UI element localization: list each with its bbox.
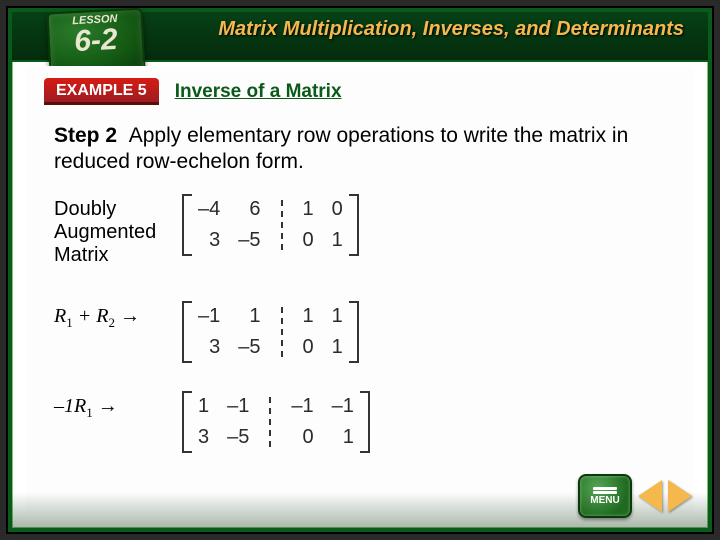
slide: LESSON 6-2 Matrix Multiplication, Invers… [8, 8, 712, 532]
matrix-row: Doubly Augmented Matrix –43 6–5 10 01 [54, 194, 694, 267]
top-bar: LESSON 6-2 Matrix Multiplication, Invers… [12, 12, 708, 62]
menu-button[interactable]: MENU [578, 474, 632, 518]
example-header: EXAMPLE 5 Inverse of a Matrix [44, 78, 694, 105]
row-label-doubly: Doubly Augmented Matrix [54, 194, 182, 267]
matrix-1: –43 6–5 10 01 [182, 194, 359, 256]
prev-button[interactable] [638, 480, 662, 512]
example-subtitle: Inverse of a Matrix [175, 81, 342, 103]
step-body: Apply elementary row operations to write… [54, 124, 628, 173]
next-button[interactable] [668, 480, 692, 512]
matrix-2: –13 1–5 10 11 [182, 301, 359, 363]
row-label-op1: R1 + R2 → [54, 301, 182, 331]
step-text: Step 2 Apply elementary row operations t… [54, 123, 666, 176]
nav-controls: MENU [578, 474, 692, 518]
step-label: Step 2 [54, 124, 117, 147]
chapter-title: Matrix Multiplication, Inverses, and Det… [218, 18, 684, 41]
row-label-op2: –1R1 → [54, 391, 182, 421]
matrix-row: R1 + R2 → –13 1–5 10 11 [54, 301, 694, 363]
content-area: EXAMPLE 5 Inverse of a Matrix Step 2 App… [26, 66, 694, 514]
matrix-3: 13 –1–5 –10 –11 [182, 391, 370, 453]
menu-label: MENU [590, 495, 619, 506]
matrix-row: –1R1 → 13 –1–5 –10 –11 [54, 391, 694, 453]
example-tab: EXAMPLE 5 [44, 78, 159, 105]
lesson-number: 6-2 [73, 23, 118, 58]
